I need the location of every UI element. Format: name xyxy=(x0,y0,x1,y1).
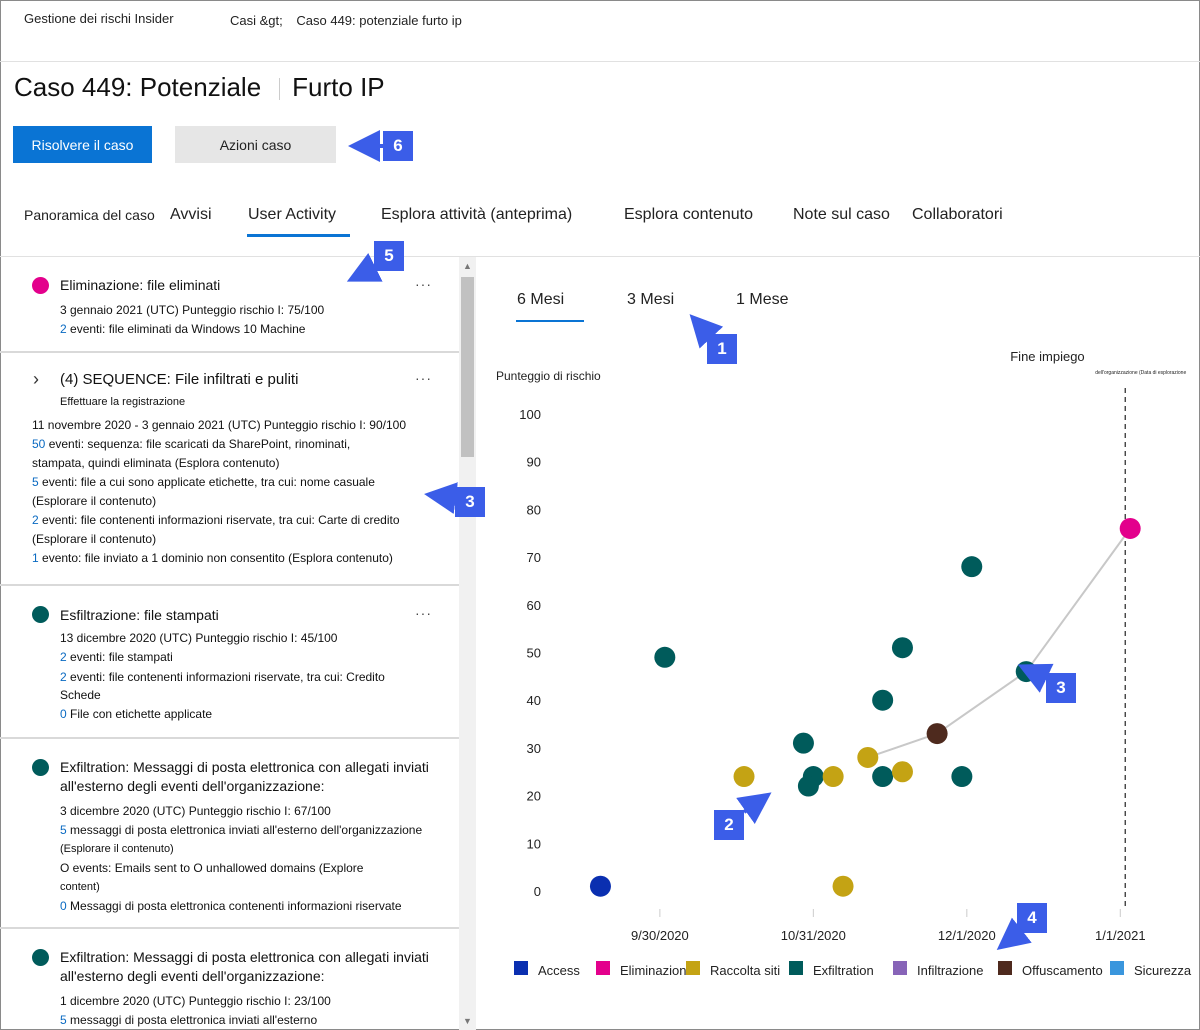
risk-chart-panel: 6 Mesi 3 Mesi 1 Mese xyxy=(476,257,1200,1030)
callout-badge: 1 xyxy=(707,334,737,364)
tab-content-explorer[interactable]: Esplora contenuto xyxy=(624,206,753,224)
event-count-link[interactable]: 5 xyxy=(32,475,39,489)
callout-badge: 3 xyxy=(1046,673,1076,703)
activity-detail: 2 eventi: file stampati xyxy=(60,650,173,664)
activity-detail: 2 eventi: file contenenti informazioni r… xyxy=(60,670,385,684)
event-count-link[interactable]: 2 xyxy=(60,322,67,336)
category-dot xyxy=(32,606,49,623)
activity-detail: content) xyxy=(60,881,100,893)
activity-detail: 0 File con etichette applicate xyxy=(60,707,213,721)
tab-alerts[interactable]: Avvisi xyxy=(170,206,212,224)
activity-detail: 1 evento: file inviato a 1 dominio non c… xyxy=(32,551,393,565)
breadcrumb: Casi &gt; Caso 449: potenziale furto ip xyxy=(230,13,472,28)
activity-item[interactable]: Exfiltration: Messaggi di posta elettron… xyxy=(0,739,459,929)
activity-list: Eliminazione: file eliminati ··· 3 genna… xyxy=(0,257,476,1030)
activity-title: Exfiltration: Messaggi di posta elettron… xyxy=(60,759,429,794)
activity-detail: 5 eventi: file a cui sono applicate etic… xyxy=(32,475,375,489)
tab-activity-explorer[interactable]: Esplora attività (anteprima) xyxy=(381,206,572,224)
event-count-link[interactable]: 0 xyxy=(60,707,67,721)
activity-date-score: 3 gennaio 2021 (UTC) Punteggio rischio I… xyxy=(60,303,325,317)
event-count-link[interactable]: 2 xyxy=(60,670,67,684)
activity-item[interactable]: Exfiltration: Messaggi di posta elettron… xyxy=(0,929,459,1030)
callout-badge: 5 xyxy=(374,241,404,271)
activity-scrollbar[interactable]: ▲ ▼ xyxy=(459,257,476,1030)
scroll-down-arrow-icon[interactable]: ▼ xyxy=(463,1016,472,1026)
event-count-link[interactable]: 2 xyxy=(32,513,39,527)
activity-title: Exfiltration: Messaggi di posta elettron… xyxy=(60,949,429,984)
chevron-right-icon[interactable]: › xyxy=(33,369,39,390)
activity-date-score: 3 dicembre 2020 (UTC) Punteggio rischio … xyxy=(60,804,331,818)
event-count-link[interactable]: 5 xyxy=(60,823,67,837)
activity-item[interactable]: › (4) SEQUENCE: File infiltrati e puliti… xyxy=(0,353,459,586)
more-options-icon[interactable]: ··· xyxy=(415,605,432,621)
activity-subtitle: Effettuare la registrazione xyxy=(60,396,186,408)
event-count-link[interactable]: 1 xyxy=(32,551,39,565)
activity-detail: 5 messaggi di posta elettronica inviati … xyxy=(60,1013,318,1027)
event-count-link[interactable]: 5 xyxy=(60,1013,67,1027)
page-title: Caso 449: Potenziale Furto IP xyxy=(14,72,385,103)
activity-detail: (Esplorare il contenuto) xyxy=(32,494,157,508)
page-title-type: Furto IP xyxy=(292,72,385,102)
more-options-icon[interactable]: ··· xyxy=(415,276,432,292)
activity-detail: 2 eventi: file eliminati da Windows 10 M… xyxy=(60,322,306,336)
callout-badge: 6 xyxy=(383,131,413,161)
category-dot xyxy=(32,759,49,776)
breadcrumb-cases[interactable]: Casi &gt; xyxy=(230,13,283,28)
activity-title: Esfiltrazione: file stampati xyxy=(60,607,219,623)
activity-detail: stampata, quindi eliminata (Esplora cont… xyxy=(32,456,280,470)
range-6-months[interactable]: 6 Mesi xyxy=(515,291,585,322)
tab-contributors[interactable]: Collaboratori xyxy=(912,206,1003,224)
activity-item[interactable]: Eliminazione: file eliminati ··· 3 genna… xyxy=(0,257,459,353)
title-divider xyxy=(279,78,281,101)
breadcrumb-current-case: Caso 449: potenziale furto ip xyxy=(296,13,462,28)
activity-detail: 50 eventi: sequenza: file scaricati da S… xyxy=(32,437,351,451)
category-dot xyxy=(32,277,49,294)
activity-detail: (Esplorare il contenuto) xyxy=(32,532,157,546)
callout-badge: 2 xyxy=(714,810,744,840)
event-count-link[interactable]: 2 xyxy=(60,650,67,664)
scroll-thumb[interactable] xyxy=(461,277,474,457)
event-count-link[interactable]: 50 xyxy=(32,437,45,451)
activity-title: (4) SEQUENCE: File infiltrati e puliti xyxy=(60,371,299,388)
activity-detail: 2 eventi: file contenenti informazioni r… xyxy=(32,513,400,527)
case-actions-button[interactable]: Azioni caso xyxy=(175,126,336,163)
app-name[interactable]: Gestione dei rischi Insider xyxy=(24,11,174,26)
scroll-up-arrow-icon[interactable]: ▲ xyxy=(463,261,472,271)
top-bar: Gestione dei rischi Insider Casi &gt; Ca… xyxy=(0,0,1200,62)
activity-detail: O events: Emails sent to O unhallowed do… xyxy=(60,861,364,875)
tab-case-overview[interactable]: Panoramica del caso xyxy=(24,207,155,223)
activity-date-score: 1 dicembre 2020 (UTC) Punteggio rischio … xyxy=(60,994,331,1008)
activity-title: Eliminazione: file eliminati xyxy=(60,277,221,293)
activity-detail: 5 messaggi di posta elettronica inviati … xyxy=(60,823,423,837)
page-title-case: Caso 449: Potenziale xyxy=(14,72,262,102)
callout-badge: 3 xyxy=(455,487,485,517)
activity-item[interactable]: Esfiltrazione: file stampati ··· 13 dice… xyxy=(0,586,459,739)
activity-date-score: 11 novembre 2020 - 3 gennaio 2021 (UTC) … xyxy=(32,418,407,432)
more-options-icon[interactable]: ··· xyxy=(415,370,432,386)
range-1-month[interactable]: 1 Mese xyxy=(736,291,788,309)
callout-badge: 4 xyxy=(1017,903,1047,933)
tab-case-notes[interactable]: Note sul caso xyxy=(793,206,890,224)
category-dot xyxy=(32,949,49,966)
activity-date-score: 13 dicembre 2020 (UTC) Punteggio rischio… xyxy=(60,631,338,645)
activity-detail: (Esplorare il contenuto) xyxy=(60,843,174,855)
activity-detail: 0 Messaggi di posta elettronica contenen… xyxy=(60,899,402,913)
event-count-link[interactable]: 0 xyxy=(60,899,67,913)
range-3-months[interactable]: 3 Mesi xyxy=(627,291,674,309)
resolve-case-button[interactable]: Risolvere il caso xyxy=(13,126,152,163)
activity-detail: Schede xyxy=(60,688,101,702)
tab-user-activity[interactable]: User Activity xyxy=(246,206,351,237)
case-tabs: Panoramica del caso Avvisi User Activity… xyxy=(0,196,1200,242)
